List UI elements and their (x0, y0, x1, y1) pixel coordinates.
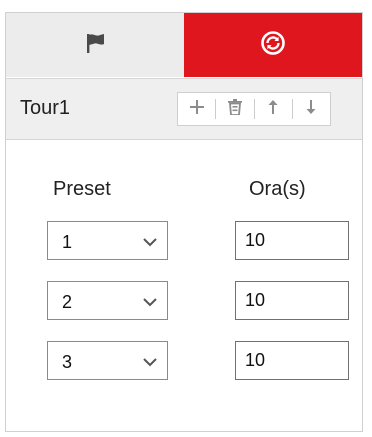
delete-button[interactable] (216, 93, 253, 125)
tour-toolbar: Tour1 (6, 78, 362, 140)
chevron-down-icon (143, 234, 157, 252)
time-input-2[interactable] (235, 281, 349, 320)
chevron-down-icon (143, 294, 157, 312)
refresh-icon (260, 30, 286, 61)
chevron-down-icon (143, 354, 157, 372)
preset-select-3[interactable]: 3 (47, 341, 168, 380)
plus-icon (189, 99, 204, 119)
preset-value: 2 (62, 292, 73, 312)
move-up-button[interactable] (255, 93, 292, 125)
tab-bar (6, 13, 362, 77)
preset-column-header: Preset (53, 178, 111, 200)
tab-preset[interactable] (6, 13, 184, 77)
arrow-up-icon (268, 99, 278, 119)
preset-select-2[interactable]: 2 (47, 281, 168, 320)
tour-name: Tour1 (20, 97, 71, 119)
add-button[interactable] (178, 93, 215, 125)
preset-value: 3 (62, 352, 73, 372)
move-down-button[interactable] (293, 93, 330, 125)
time-input-1[interactable] (235, 221, 349, 260)
time-column-header: Ora(s) (249, 178, 306, 200)
preset-value: 1 (62, 232, 73, 252)
tour-panel: Tour1 Preset Ora(s) 1 10 2 10 3 10 (5, 12, 363, 432)
trash-icon (227, 98, 242, 120)
preset-select-1[interactable]: 1 (47, 221, 168, 260)
tour-actions (177, 92, 331, 126)
time-input-3[interactable] (235, 341, 349, 380)
flag-icon (83, 32, 107, 59)
arrow-down-icon (306, 99, 316, 119)
tab-tour[interactable] (184, 13, 362, 77)
